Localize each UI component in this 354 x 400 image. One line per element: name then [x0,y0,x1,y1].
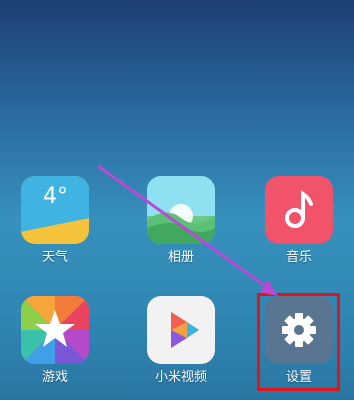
app-weather[interactable]: 4° 天气 [15,176,95,276]
app-label-video: 小米视频 [154,370,207,385]
gallery-icon [147,176,215,244]
app-music[interactable]: 音乐 [259,176,339,276]
app-label-weather: 天气 [41,250,68,265]
app-gallery[interactable]: 相册 [141,176,221,276]
music-icon [265,176,333,244]
app-video[interactable]: 小米视频 [141,296,221,396]
games-icon [21,296,89,364]
app-label-settings: 设置 [285,370,312,385]
video-icon [147,296,215,364]
settings-icon [265,296,333,364]
app-settings[interactable]: 设置 [259,296,339,396]
app-label-games: 游戏 [41,370,68,385]
weather-temperature: 4° [43,184,68,209]
app-games[interactable]: 游戏 [15,296,95,396]
weather-icon: 4° [21,176,89,244]
app-label-gallery: 相册 [167,250,194,265]
gear-icon [282,313,316,347]
app-label-music: 音乐 [285,250,312,265]
